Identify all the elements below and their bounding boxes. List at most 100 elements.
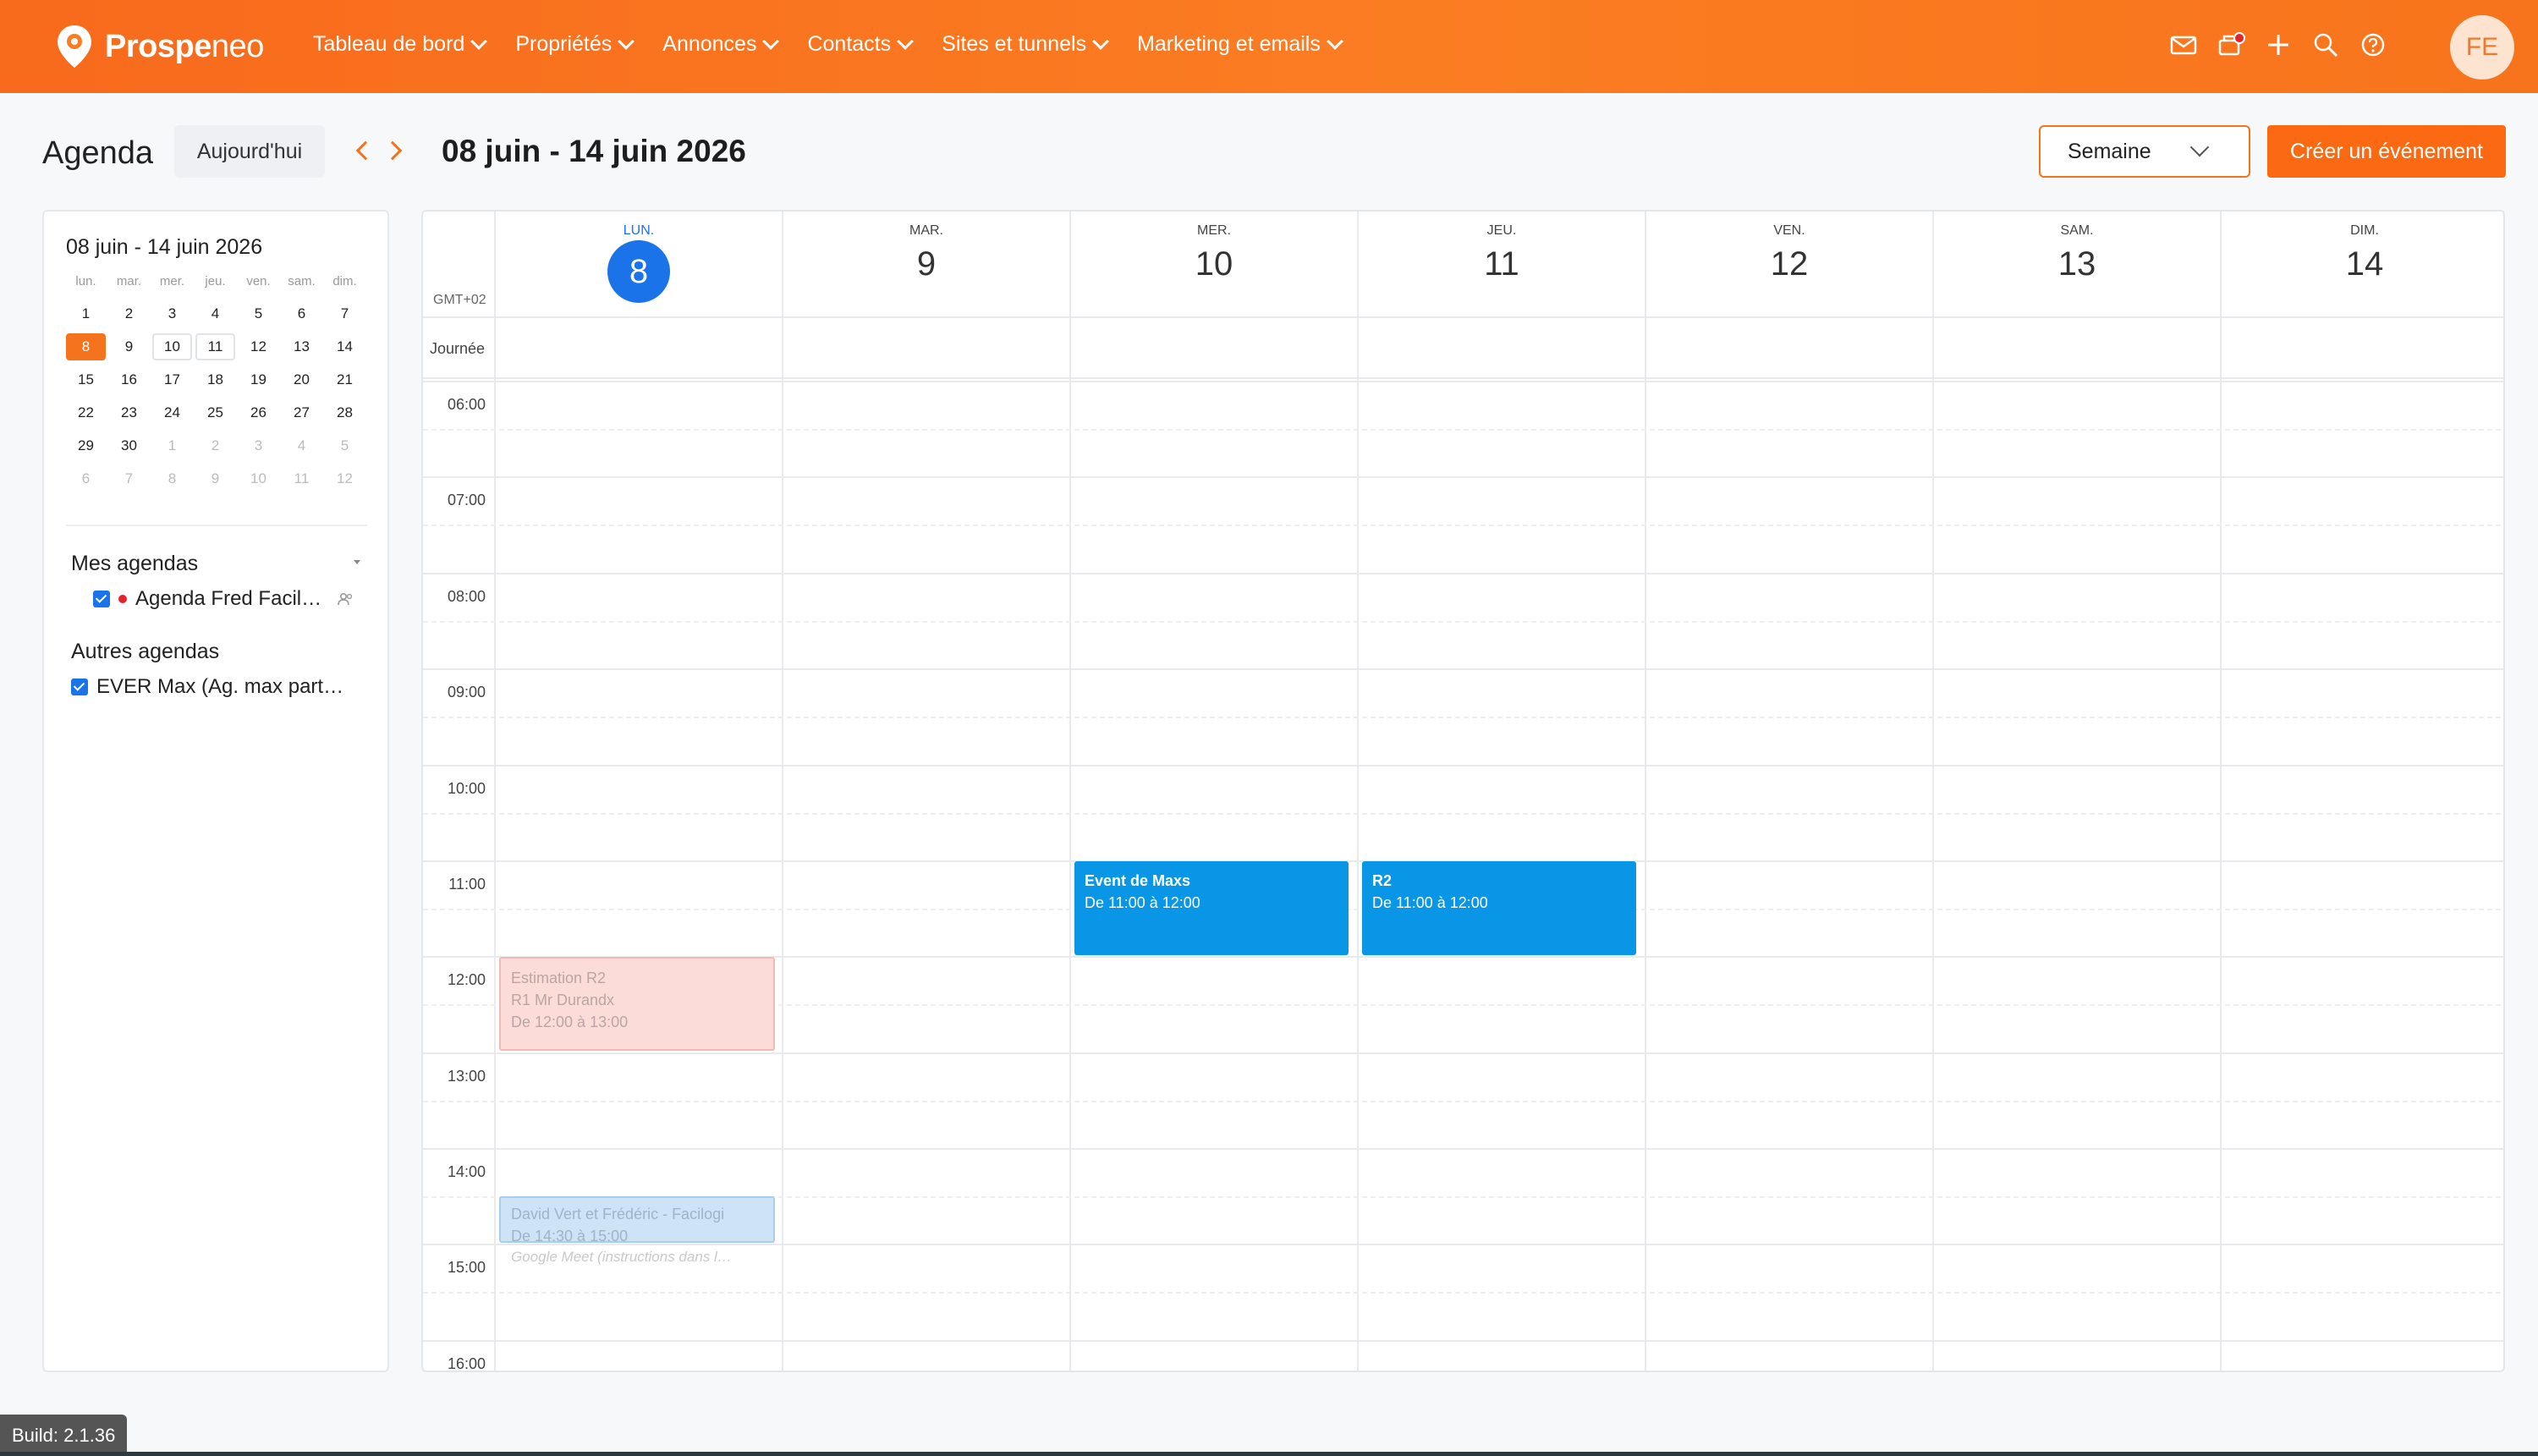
mini-day[interactable]: 23 xyxy=(109,399,149,426)
mini-day[interactable]: 4 xyxy=(195,300,235,327)
hour-label: 11:00 xyxy=(448,876,486,893)
event-title: Estimation R2 xyxy=(511,970,607,986)
mini-day[interactable]: 27 xyxy=(282,399,321,426)
mail-icon[interactable] xyxy=(2169,30,2198,59)
mini-day[interactable]: 26 xyxy=(239,399,278,426)
mini-day[interactable]: 28 xyxy=(325,399,365,426)
hour-label: 13:00 xyxy=(447,1068,486,1085)
today-button[interactable]: Aujourd'hui xyxy=(174,125,325,178)
event-david-vert[interactable]: David Vert et Frédéric - Facilogi De 14:… xyxy=(499,1196,775,1243)
previous-week-arrow-icon[interactable] xyxy=(355,140,376,161)
mini-day[interactable]: 4 xyxy=(282,432,321,459)
mini-day[interactable]: 22 xyxy=(66,399,106,426)
event-maxs[interactable]: Event de Maxs De 11:00 à 12:00 xyxy=(1074,861,1349,955)
mini-day[interactable]: 5 xyxy=(239,300,278,327)
brand-name: Prospeneo xyxy=(105,28,264,64)
user-avatar[interactable]: FE xyxy=(2450,15,2514,80)
mini-day[interactable]: 13 xyxy=(282,333,321,360)
mini-day[interactable]: 14 xyxy=(325,333,365,360)
day-header-mar[interactable]: MAR. 9 xyxy=(782,212,1069,316)
mini-day[interactable]: 11 xyxy=(282,465,321,492)
day-header-ven[interactable]: VEN. 12 xyxy=(1645,212,1932,316)
mini-day[interactable]: 8 xyxy=(152,465,192,492)
mini-day[interactable]: 6 xyxy=(282,300,321,327)
mini-day[interactable]: 5 xyxy=(325,432,365,459)
mini-day[interactable]: 15 xyxy=(66,366,106,393)
notification-icon[interactable] xyxy=(2217,30,2245,59)
nav-tableau-de-bord[interactable]: Tableau de bord xyxy=(313,32,488,57)
mini-day[interactable]: 20 xyxy=(282,366,321,393)
checkbox[interactable] xyxy=(71,679,88,695)
mini-day[interactable]: 29 xyxy=(66,432,106,459)
mini-day[interactable]: 3 xyxy=(239,432,278,459)
mini-day[interactable]: 9 xyxy=(109,333,149,360)
mini-day[interactable]: 2 xyxy=(195,432,235,459)
grid-line xyxy=(1645,316,1646,1371)
nav-marketing-et-emails[interactable]: Marketing et emails xyxy=(1137,32,1343,57)
mini-day[interactable]: 24 xyxy=(152,399,192,426)
mini-dow: mar. xyxy=(116,274,142,288)
mini-day[interactable]: 7 xyxy=(109,465,149,492)
checkbox[interactable] xyxy=(93,591,110,607)
mini-day[interactable]: 10 xyxy=(239,465,278,492)
grid-line xyxy=(423,621,2503,623)
mini-day[interactable]: 10 xyxy=(152,333,192,360)
hour-label: 16:00 xyxy=(447,1355,486,1372)
grid-line xyxy=(423,525,2503,526)
grid-line xyxy=(423,668,2503,670)
mini-day[interactable]: 21 xyxy=(325,366,365,393)
help-icon[interactable] xyxy=(2359,30,2387,59)
mini-day[interactable]: 12 xyxy=(239,333,278,360)
mini-day[interactable]: 9 xyxy=(195,465,235,492)
view-select[interactable]: Semaine xyxy=(2039,125,2250,178)
search-icon[interactable] xyxy=(2311,30,2340,59)
nav-proprietes[interactable]: Propriétés xyxy=(515,32,635,57)
mini-day[interactable]: 30 xyxy=(109,432,149,459)
hour-label: 06:00 xyxy=(447,396,486,413)
mini-day[interactable]: 17 xyxy=(152,366,192,393)
grid-line xyxy=(423,1148,2503,1150)
mini-day[interactable]: 19 xyxy=(239,366,278,393)
grid-line xyxy=(1069,316,1071,1371)
nav-contacts[interactable]: Contacts xyxy=(807,32,915,57)
mini-day[interactable]: 16 xyxy=(109,366,149,393)
mini-dow: lun. xyxy=(75,274,96,288)
nav-annonces[interactable]: Annonces xyxy=(662,32,780,57)
event-title: David Vert et Frédéric - Facilogi xyxy=(511,1206,725,1222)
mini-day[interactable]: 2 xyxy=(109,300,149,327)
prospeneo-logo[interactable]: Prospeneo xyxy=(56,24,264,69)
mini-day[interactable]: 18 xyxy=(195,366,235,393)
grid-line xyxy=(423,765,2503,766)
day-header-sam[interactable]: SAM. 13 xyxy=(1932,212,2220,316)
calendar-item-ever-max[interactable]: EVER Max (Ag. max part… xyxy=(71,675,343,699)
calendar-item-fred[interactable]: Agenda Fred Facil… xyxy=(93,587,354,611)
grid-line xyxy=(423,316,2503,318)
add-icon[interactable] xyxy=(2264,30,2293,59)
mini-day[interactable]: 12 xyxy=(325,465,365,492)
my-calendars-title[interactable]: Mes agendas xyxy=(71,552,198,576)
mini-day[interactable]: 1 xyxy=(66,300,106,327)
mini-dow: dim. xyxy=(332,274,357,288)
mini-day[interactable]: 7 xyxy=(325,300,365,327)
event-subtitle: R1 Mr Durandx xyxy=(511,992,615,1008)
event-description: Google Meet (instructions dans l… xyxy=(511,1249,732,1265)
day-header-lun[interactable]: LUN. 8 xyxy=(494,212,782,316)
event-estimation-r2[interactable]: Estimation R2 R1 Mr Durandx De 12:00 à 1… xyxy=(499,957,775,1051)
mini-day-today[interactable]: 8 xyxy=(66,333,106,360)
mini-day[interactable]: 3 xyxy=(152,300,192,327)
day-of-week: JEU. xyxy=(1486,223,1517,238)
day-header-dim[interactable]: DIM. 14 xyxy=(2220,212,2503,316)
hour-label: 09:00 xyxy=(447,684,486,701)
mini-day[interactable]: 11 xyxy=(195,333,235,360)
caret-down-icon[interactable] xyxy=(354,560,360,564)
mini-day[interactable]: 25 xyxy=(195,399,235,426)
day-header-mer[interactable]: MER. 10 xyxy=(1069,212,1357,316)
create-event-button[interactable]: Créer un événement xyxy=(2267,125,2506,178)
event-r2[interactable]: R2 De 11:00 à 12:00 xyxy=(1362,861,1636,955)
mini-day[interactable]: 1 xyxy=(152,432,192,459)
grid-line xyxy=(423,573,2503,574)
next-week-arrow-icon[interactable] xyxy=(382,140,403,161)
day-header-jeu[interactable]: JEU. 11 xyxy=(1357,212,1645,316)
nav-sites-et-tunnels[interactable]: Sites et tunnels xyxy=(942,32,1109,57)
mini-day[interactable]: 6 xyxy=(66,465,106,492)
